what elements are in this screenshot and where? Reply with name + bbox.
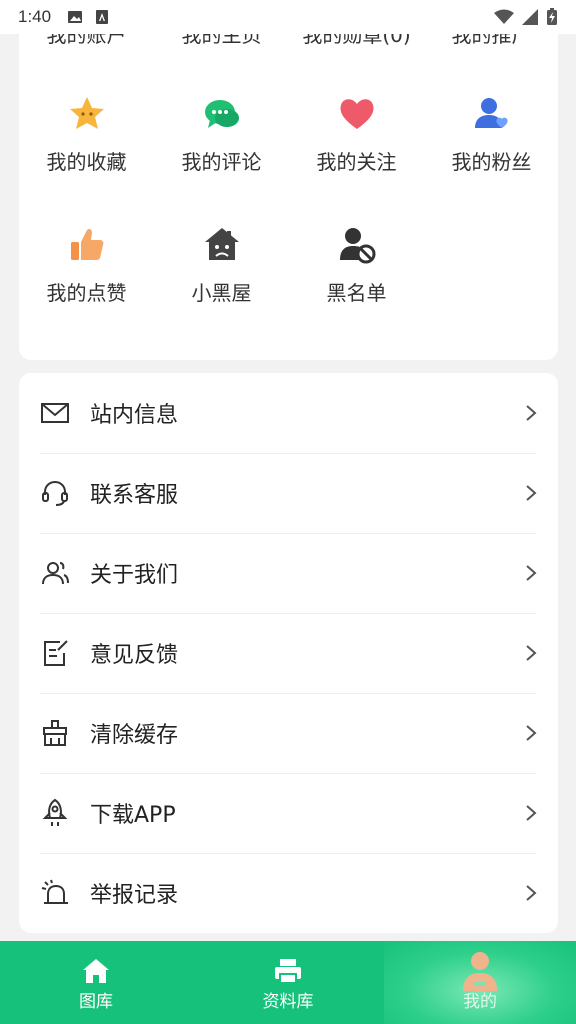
- chevron-right-icon: [526, 885, 537, 901]
- menu-item-label: 关于我们: [90, 563, 179, 588]
- nav-tab-gallery[interactable]: 图库: [0, 941, 192, 1024]
- menu-item-label: 站内信息: [90, 403, 179, 428]
- grid-item-following[interactable]: 我的关注: [289, 94, 424, 175]
- comment-icon: [204, 100, 239, 128]
- menu-item-report-records[interactable]: 举报记录: [19, 853, 558, 933]
- chevron-right-icon: [526, 485, 537, 501]
- signal-icon: [522, 9, 538, 25]
- star-icon: [69, 97, 104, 129]
- chevron-right-icon: [526, 645, 537, 661]
- my-features-card: 我的账户 我的主页 我的勋章(0) 我的推广 我的收藏 我的评论 我的关注 我的…: [19, 10, 558, 360]
- menu-item-label: 举报记录: [90, 883, 179, 908]
- menu-item-label: 意见反馈: [90, 643, 179, 668]
- mail-icon: [41, 403, 69, 423]
- heart-icon: [340, 99, 373, 129]
- menu-item-messages[interactable]: 站内信息: [19, 373, 558, 453]
- rocket-icon: [42, 798, 68, 826]
- chevron-right-icon: [526, 565, 537, 581]
- menu-item-label: 下载APP: [90, 803, 176, 828]
- menu-item-feedback[interactable]: 意见反馈: [19, 613, 558, 693]
- thumbs-up-icon: [70, 229, 103, 260]
- bottom-nav: 图库 资料库 我的: [0, 941, 576, 1024]
- status-bar: 1:40: [0, 0, 576, 34]
- nav-tab-profile[interactable]: 我的: [384, 941, 576, 1024]
- grid-item-label: 我的点赞: [46, 281, 127, 305]
- fans-icon: [474, 98, 508, 128]
- menu-item-about-us[interactable]: 关于我们: [19, 533, 558, 613]
- nav-tab-label: 我的: [463, 992, 497, 1012]
- menu-item-customer-service[interactable]: 联系客服: [19, 453, 558, 533]
- chevron-right-icon: [526, 725, 537, 741]
- menu-item-clear-cache[interactable]: 清除缓存: [19, 693, 558, 773]
- blacklist-icon: [339, 228, 375, 264]
- nav-tab-label: 图库: [79, 992, 113, 1012]
- people-icon: [42, 562, 69, 585]
- grid-item-dark-house[interactable]: 小黑屋: [154, 225, 289, 306]
- grid-item-fans[interactable]: 我的粉丝: [424, 94, 558, 175]
- printer-icon: [275, 959, 301, 984]
- chevron-right-icon: [526, 805, 537, 821]
- nav-tab-library[interactable]: 资料库: [192, 941, 384, 1024]
- battery-icon: [547, 8, 557, 25]
- grid-item-likes[interactable]: 我的点赞: [19, 225, 154, 306]
- grid-item-comments[interactable]: 我的评论: [154, 94, 289, 175]
- grid-item-blacklist[interactable]: 黑名单: [289, 225, 424, 306]
- headset-icon: [42, 480, 68, 506]
- image-notification-icon: [68, 11, 83, 23]
- grid-item-label: 我的粉丝: [451, 150, 532, 174]
- status-time: 1:40: [18, 7, 52, 26]
- grid-item-label: 黑名单: [326, 281, 387, 305]
- feedback-icon: [44, 640, 68, 666]
- grid-item-label: 我的评论: [181, 150, 262, 174]
- grid-item-label: 我的关注: [316, 150, 397, 174]
- home-icon: [83, 959, 109, 983]
- menu-item-download-app[interactable]: 下载APP: [19, 773, 558, 853]
- grid-item-label: 小黑屋: [191, 281, 252, 305]
- grid-item-favorites[interactable]: 我的收藏: [19, 94, 154, 175]
- dark-house-icon: [204, 228, 239, 260]
- menu-item-label: 联系客服: [90, 483, 179, 508]
- grid-item-label: 我的收藏: [46, 150, 127, 174]
- wifi-icon: [494, 9, 514, 24]
- chevron-right-icon: [526, 405, 537, 421]
- settings-menu-card: 站内信息 联系客服 关于我们 意见反馈 清除缓存 下载APP 举报记录: [19, 373, 558, 933]
- alarm-icon: [41, 879, 68, 904]
- broom-icon: [43, 720, 67, 746]
- nav-tab-label: 资料库: [262, 992, 314, 1012]
- keyboard-notification-icon: [96, 10, 109, 24]
- menu-item-label: 清除缓存: [90, 723, 179, 748]
